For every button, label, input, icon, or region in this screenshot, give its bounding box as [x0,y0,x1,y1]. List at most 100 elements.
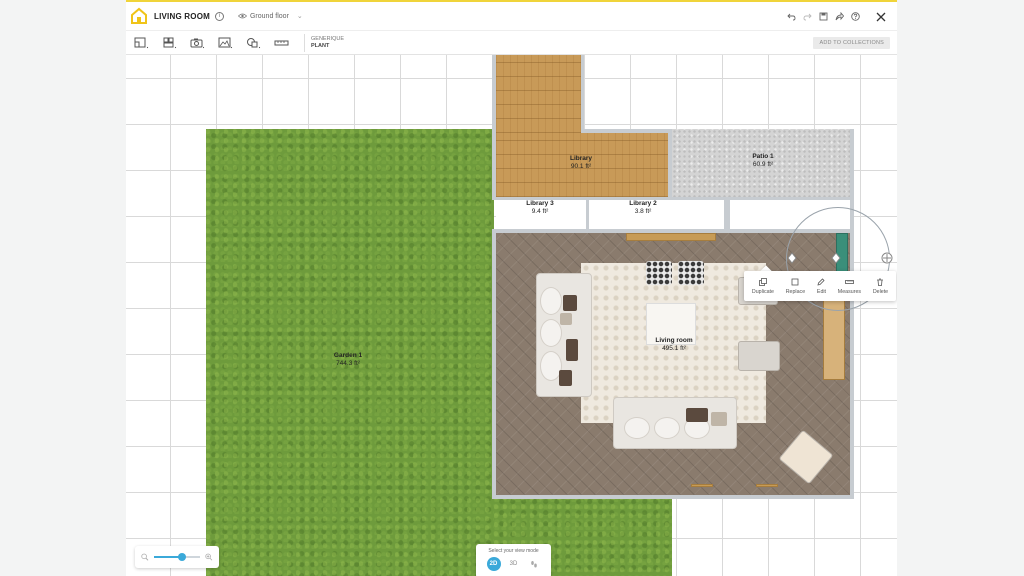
undo-button[interactable] [783,9,799,25]
furniture-icon [163,37,177,48]
view-mode-options: 2D 3D [476,557,551,571]
floorplan-tool-button[interactable] [128,32,156,54]
view-mode-selector: Select your view mode 2D 3D [476,544,551,576]
rotate-handle-icon[interactable] [786,252,798,264]
left-margin [0,0,126,576]
wall[interactable] [581,129,671,133]
share-button[interactable] [831,9,847,25]
ruler-icon [274,40,289,45]
wall-light [756,484,778,487]
camera-tool-button[interactable] [184,32,212,54]
armchair[interactable] [738,341,780,371]
room-label-library: Library 90.1 ft² [569,155,593,170]
floor-planner-app: LIVING ROOM i Ground floor ⌄ GENERIQUE P… [126,0,897,576]
object-context-menu: Duplicate Replace Edit Measures Delete [744,271,896,301]
image-icon [218,37,233,48]
room-label-garden-1: Garden 1 744.3 ft² [333,352,363,367]
wall[interactable] [850,129,854,499]
throw-pillow [560,313,572,325]
wall[interactable] [586,200,589,229]
zoom-out-icon[interactable] [141,553,149,561]
shapes-tool-button[interactable] [240,32,268,54]
undo-icon [786,13,795,20]
toolbar: GENERIQUE PLANT ADD TO COLLECTIONS [126,31,897,55]
shapes-icon [247,37,261,48]
replace-label: Replace [785,288,806,295]
furniture-tool-button[interactable] [156,32,184,54]
zoom-in-icon[interactable] [205,553,213,561]
sofa-cushion [654,417,680,439]
selected-item-info: GENERIQUE PLANT [311,36,344,50]
floor-selector[interactable]: Ground floor ⌄ [237,12,303,20]
side-cabinet[interactable] [823,300,845,380]
home-logo-icon[interactable] [130,7,148,25]
pouf[interactable] [646,261,672,285]
room-label-living-room: Living room 495.1 ft² [655,337,693,352]
zoom-control [135,546,219,568]
image-tool-button[interactable] [212,32,240,54]
redo-icon [803,13,812,20]
camera-icon [190,38,205,48]
replace-icon [792,278,799,285]
toolbar-divider [304,33,305,52]
add-to-collections-button[interactable]: ADD TO COLLECTIONS [813,37,890,49]
sofa-cushion [540,287,562,315]
duplicate-icon [759,277,767,286]
sofa-cushion [540,319,562,347]
measure-tool-button[interactable] [268,32,296,54]
close-icon [876,12,886,21]
view-mode-3d-button[interactable]: 3D [507,557,521,571]
ruler-icon [845,279,854,284]
chevron-down-icon: ⌄ [296,13,303,20]
floor-plan-canvas[interactable]: Library 90.1 ft² Patio 1 60.9 ft² Library … [126,55,897,576]
rotate-handle-icon[interactable] [830,252,842,264]
room-label-patio-1: Patio 1 60.9 ft² [752,153,774,168]
sofa-cushion [624,417,650,439]
help-button[interactable] [847,9,863,25]
info-icon[interactable]: i [214,11,224,21]
room-label-library-2: Library 2 3.8 ft² [629,200,657,215]
trash-icon [877,278,884,286]
header-actions [783,2,897,31]
wall[interactable] [581,55,584,132]
pencil-icon [817,277,826,286]
throw-pillow [711,412,727,426]
move-handle-icon[interactable] [881,252,893,264]
pouf[interactable] [678,261,704,285]
zoom-slider[interactable] [153,553,201,561]
floor-name: Ground floor [249,12,289,20]
view-mode-caption: Select your view mode [488,548,539,554]
top-bar: LIVING ROOM i Ground floor ⌄ [126,2,897,31]
redo-button[interactable] [799,9,815,25]
duplicate-button[interactable]: Duplicate [751,277,774,295]
floorplan-icon [134,37,149,48]
view-mode-2d-button[interactable]: 2D [486,557,501,571]
walkthrough-button[interactable] [527,557,541,571]
project-title[interactable]: LIVING ROOM [154,12,210,21]
throw-pillow [566,339,578,361]
edit-button[interactable]: Edit [816,277,827,295]
delete-button[interactable]: Delete [873,278,888,295]
replace-button[interactable]: Replace [786,278,805,295]
wall-light [691,484,713,487]
zoom-slider-thumb[interactable] [177,553,186,561]
share-icon [835,12,844,21]
measures-button[interactable]: Measures [838,278,861,295]
duplicate-label: Duplicate [751,288,774,295]
close-button[interactable] [871,7,891,27]
save-button[interactable] [815,9,831,25]
measures-label: Measures [837,288,862,295]
eye-icon [237,13,247,19]
throw-pillow [563,295,577,311]
edit-label: Edit [816,288,827,295]
room-label-library-3: Library 3 9.4 ft² [526,200,554,215]
library-floor[interactable] [496,55,581,133]
selected-item-brand: GENERIQUE [311,35,345,42]
save-icon [819,12,827,21]
help-icon [850,12,860,21]
wall[interactable] [492,495,854,499]
throw-pillow [559,370,572,386]
wall[interactable] [724,200,730,229]
tv-console[interactable] [626,233,716,241]
right-margin [897,0,1024,576]
